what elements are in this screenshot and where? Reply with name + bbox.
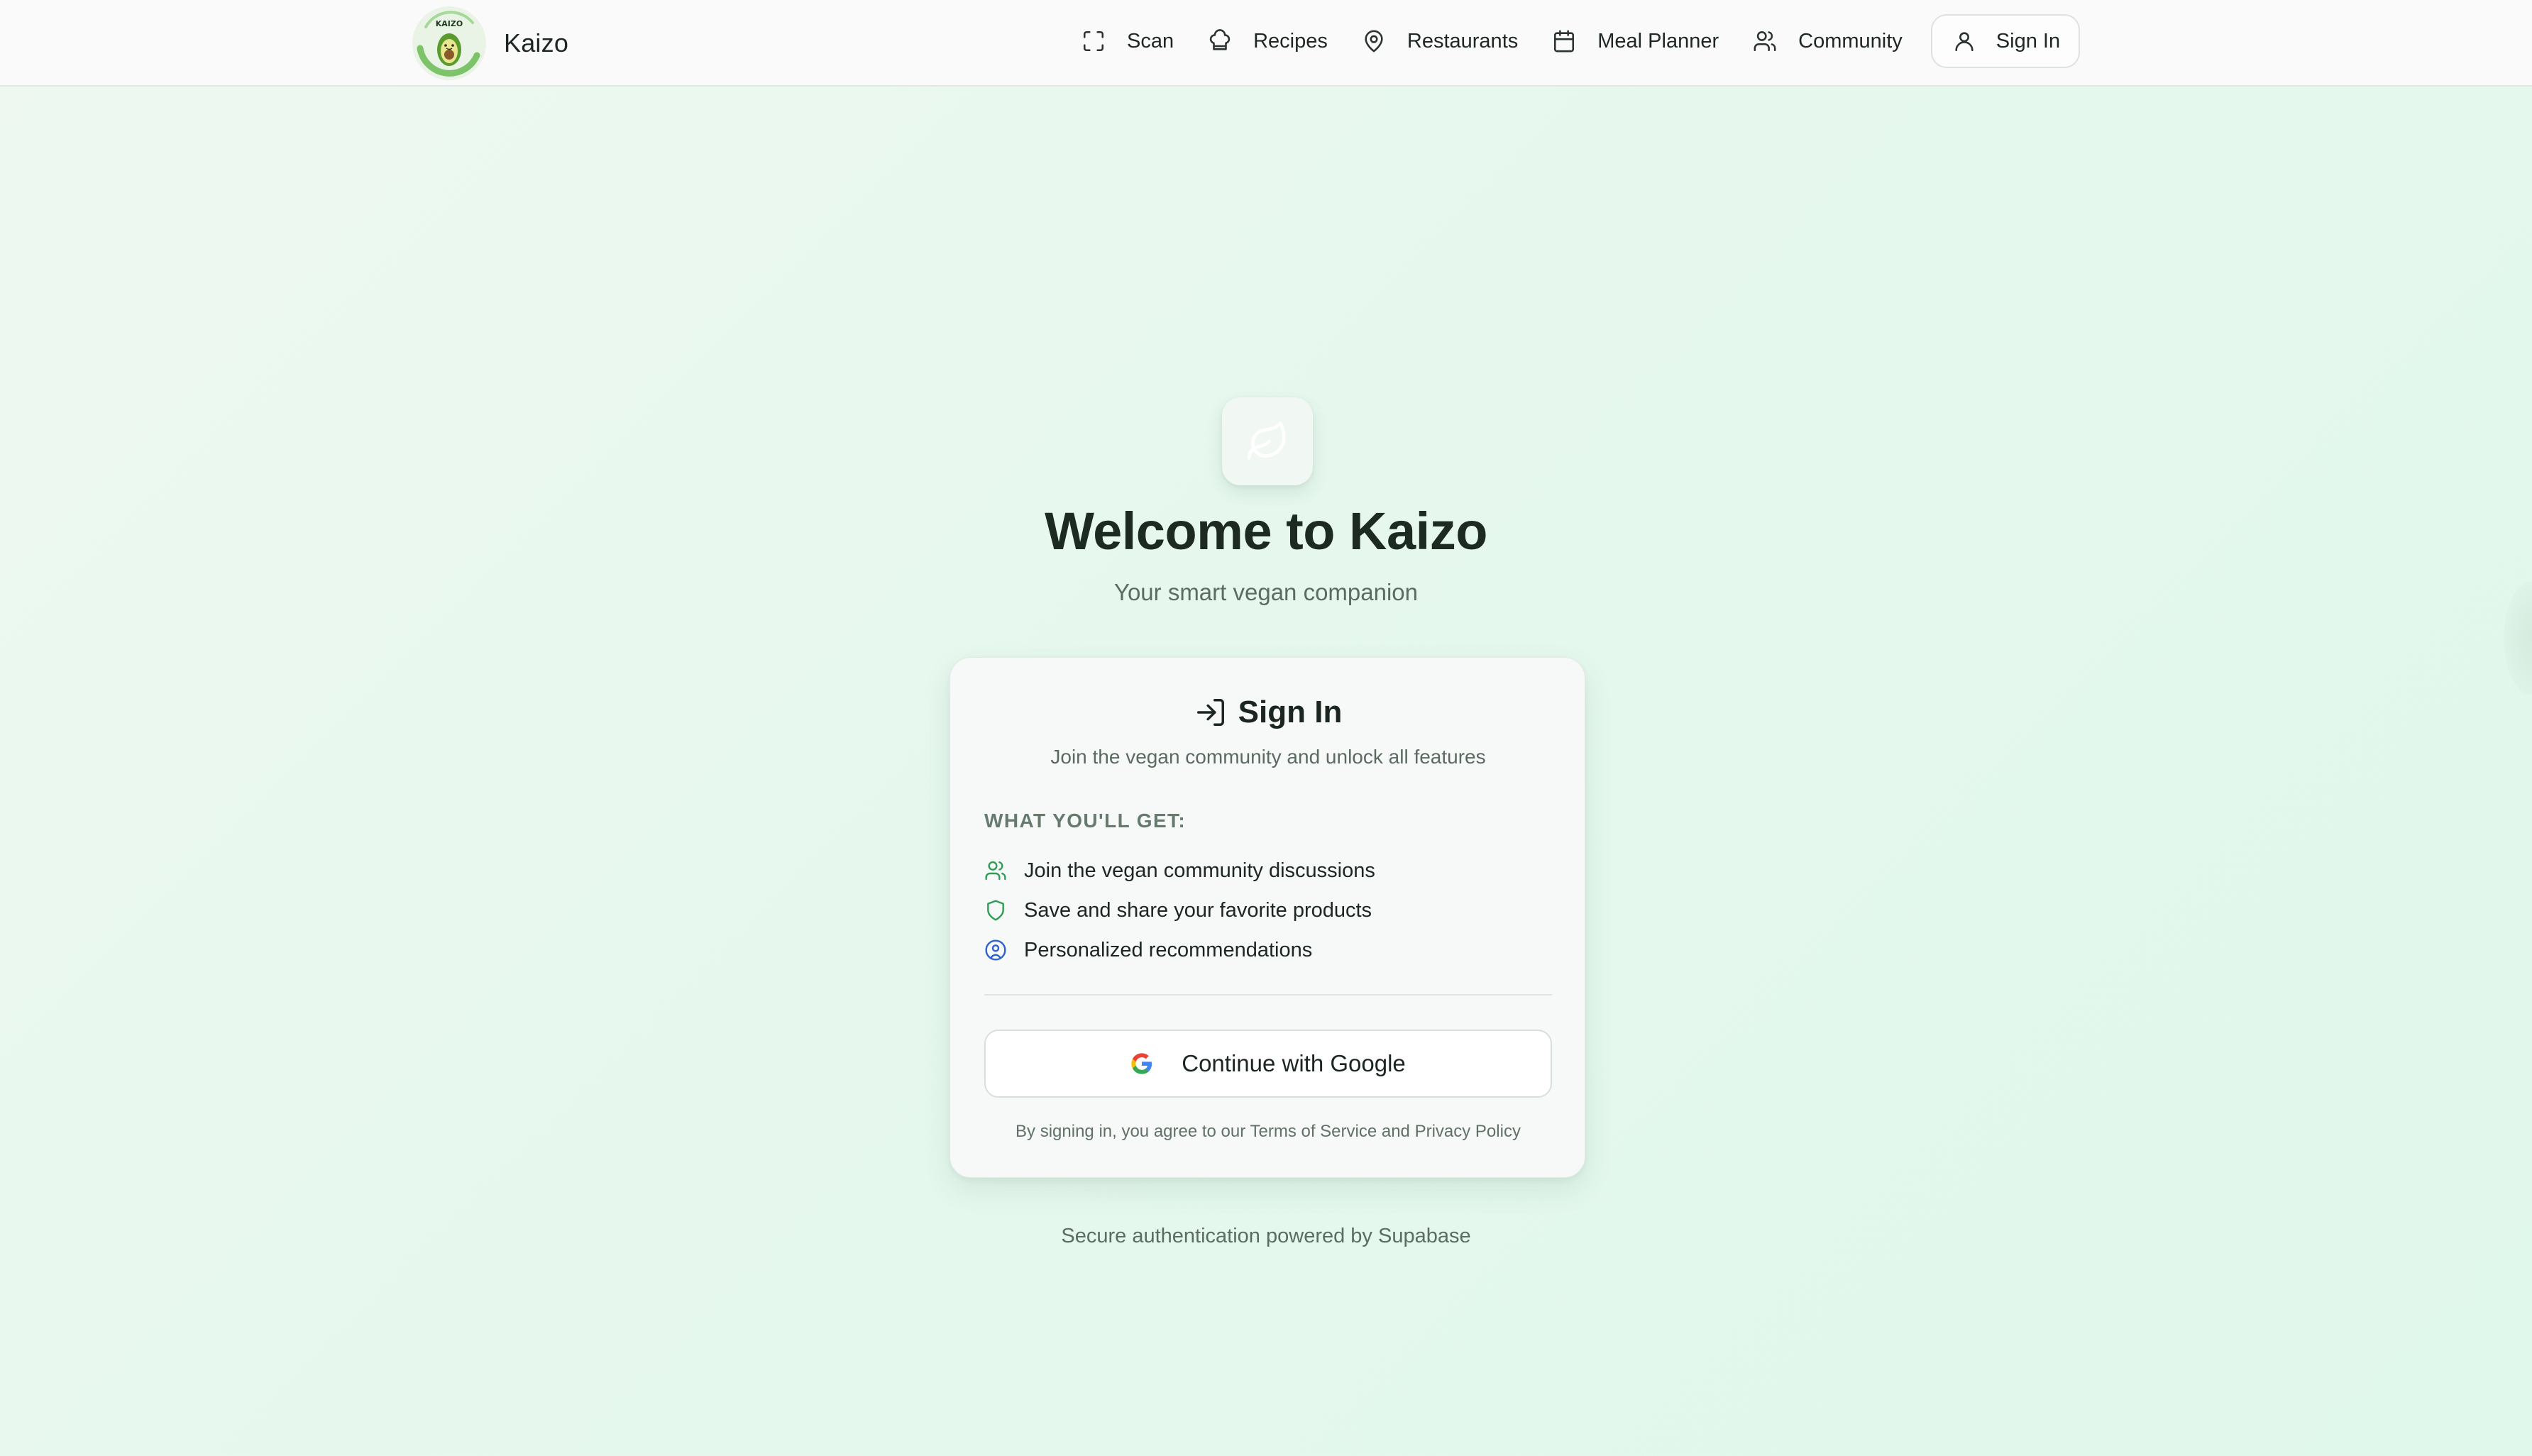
feature-label: Join the vegan community discussions [1024,859,1375,882]
auth-footer-note: Secure authentication powered by Supabas… [1061,1225,1471,1247]
google-button-label: Continue with Google [1182,1050,1406,1076]
user-icon [1955,32,1974,52]
nav-item-recipes[interactable]: Recipes [1191,14,1345,68]
card-title: Sign In [950,695,1586,730]
shield-icon [987,900,1004,921]
brand-name[interactable]: Kaizo [504,28,568,58]
feature-item-community: Join the vegan community discussions [984,851,1552,890]
card-subtitle: Join the vegan community and unlock all … [1050,746,1486,768]
continue-with-google-button[interactable]: Continue with Google [984,1030,1552,1098]
users-icon [985,861,1006,881]
chef-hat-icon [1209,29,1231,50]
page-title: Welcome to Kaizo [1045,502,1487,561]
calendar-icon [1554,30,1575,53]
page-subtitle: Your smart vegan companion [1113,579,1419,605]
hero-leaf-badge [1222,397,1313,485]
features-list: Join the vegan community discussions Sav… [984,851,1552,970]
brand[interactable]: KAIZO Kaizo [412,6,568,81]
scan-icon [1083,31,1104,52]
map-pin-icon [1365,30,1383,53]
nav-label-meal-planner: Meal Planner [1597,29,1719,53]
main-nav: Scan Recipes Restaurants Meal Planner Co… [1064,14,2081,68]
nav-label-community: Community [1798,29,1903,53]
features-heading: WHAT YOU'LL GET: [984,810,1187,832]
feature-item-recommendations: Personalized recommendations [984,930,1552,970]
nav-item-restaurants[interactable]: Restaurants [1345,14,1535,68]
legal-notice: By signing in, you agree to our Terms of… [1015,1122,1521,1141]
svg-text:KAIZO: KAIZO [436,19,463,28]
feature-label: Save and share your favorite products [1024,898,1372,922]
user-circle-icon [985,939,1006,961]
card-title-text: Sign In [1238,695,1343,729]
nav-label-recipes: Recipes [1253,29,1328,53]
leaf-icon [1247,421,1286,460]
log-in-icon [1196,699,1224,726]
users-icon [1754,31,1776,52]
header-sign-in-label: Sign In [1996,29,2061,53]
nav-item-scan[interactable]: Scan [1064,14,1191,68]
feature-item-save-share: Save and share your favorite products [984,890,1552,930]
sign-in-card: Sign In Join the vegan community and unl… [950,657,1585,1178]
nav-item-community[interactable]: Community [1736,14,1920,68]
feature-label: Personalized recommendations [1024,938,1313,961]
nav-label-scan: Scan [1127,29,1174,53]
google-icon [1131,1053,1152,1074]
nav-item-meal-planner[interactable]: Meal Planner [1535,14,1736,68]
top-navigation-bar: KAIZO Kaizo Scan Recipes Restaurants Mea… [0,0,2532,87]
header-sign-in-button[interactable]: Sign In [1930,14,2081,68]
card-divider [984,994,1552,996]
nav-label-restaurants: Restaurants [1407,29,1519,53]
kaizo-avocado-logo[interactable]: KAIZO [412,6,487,81]
